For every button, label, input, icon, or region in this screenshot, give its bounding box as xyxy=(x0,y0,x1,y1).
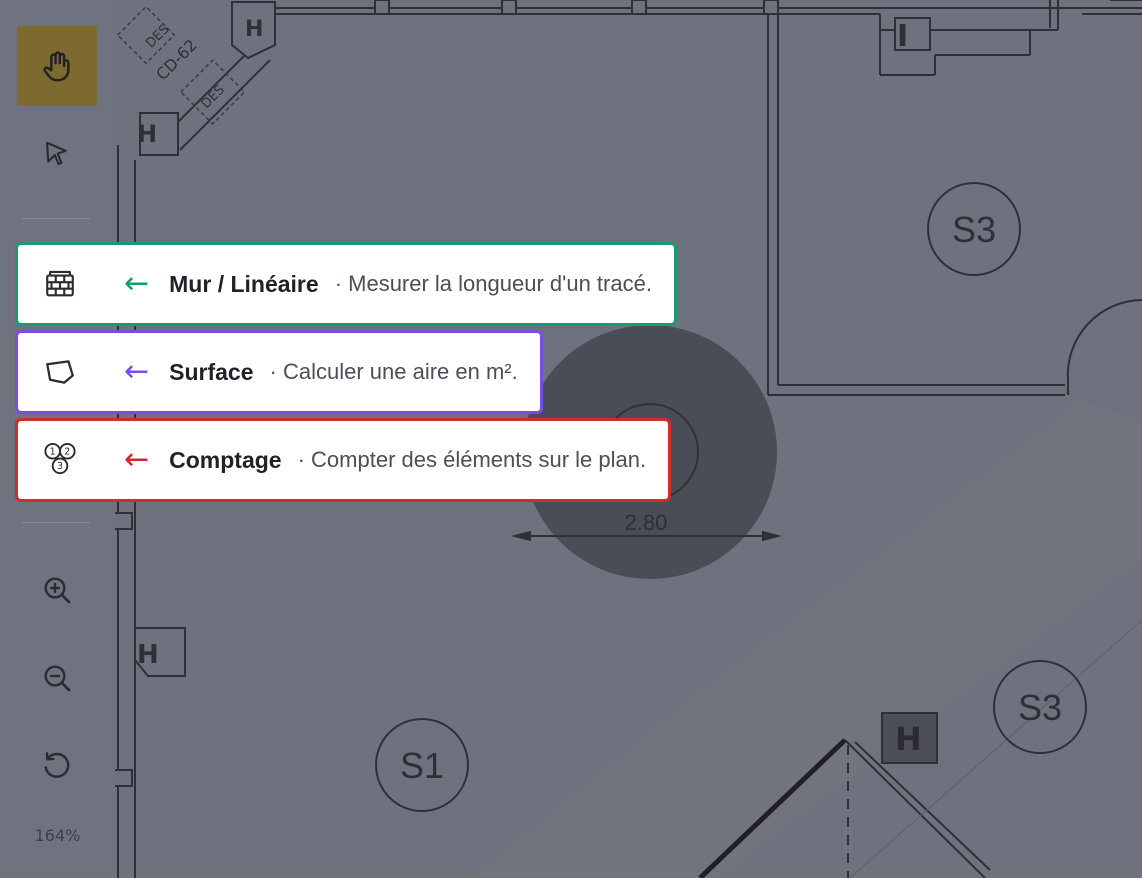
callout-count: ← Comptage · Compter des éléments sur le… xyxy=(96,418,672,502)
arrow-left-icon: ← xyxy=(124,354,150,389)
room-label-s3-b: S3 xyxy=(1018,687,1062,728)
room-label-s3-a: S3 xyxy=(952,209,996,250)
callout-title: Mur / Linéaire xyxy=(169,270,319,297)
svg-text:3: 3 xyxy=(56,461,62,472)
marker-h-2: H xyxy=(137,120,157,148)
zoom-in-button[interactable] xyxy=(17,550,97,630)
svg-text:1: 1 xyxy=(49,447,55,458)
callout-title: Surface xyxy=(169,358,254,385)
callout-surface: ← Surface · Calculer une aire en m². xyxy=(96,330,543,414)
marker-h-1: H xyxy=(245,17,263,42)
callout-title: Comptage xyxy=(169,446,282,473)
toolbar-separator xyxy=(22,522,90,523)
dimension-label: 2.80 xyxy=(625,510,668,535)
arrow-left-icon: ← xyxy=(124,442,150,477)
zoom-out-icon xyxy=(44,665,71,692)
brick-wall-icon xyxy=(45,270,74,297)
select-tool-button[interactable] xyxy=(17,114,97,194)
hand-icon xyxy=(43,51,70,82)
zoom-out-button[interactable] xyxy=(17,638,97,718)
pan-tool-button[interactable] xyxy=(17,26,97,106)
reset-rotate-icon xyxy=(44,752,70,778)
cursor-arrow-icon xyxy=(45,141,67,166)
reset-view-button[interactable] xyxy=(17,726,97,806)
room-label-s1: S1 xyxy=(400,745,444,786)
svg-text:2: 2 xyxy=(64,447,70,458)
toolbar-separator xyxy=(22,218,90,219)
polygon-icon xyxy=(45,360,74,384)
callout-description: · Calculer une aire en m². xyxy=(269,359,518,384)
marker-h-3: H xyxy=(137,640,159,670)
callout-description: · Mesurer la longueur d'un tracé. xyxy=(334,271,652,296)
arrow-left-icon: ← xyxy=(124,266,150,301)
callout-description: · Compter des éléments sur le plan. xyxy=(297,447,647,472)
marker-h-4: H xyxy=(895,720,922,758)
callout-wall-linear: ← Mur / Linéaire · Mesurer la longueur d… xyxy=(96,242,677,326)
zoom-level-readout: 164% xyxy=(34,826,81,845)
count-circles-icon: 1 23 xyxy=(43,442,76,475)
marker-h-5: I xyxy=(897,19,908,54)
zoom-in-icon xyxy=(44,577,71,604)
